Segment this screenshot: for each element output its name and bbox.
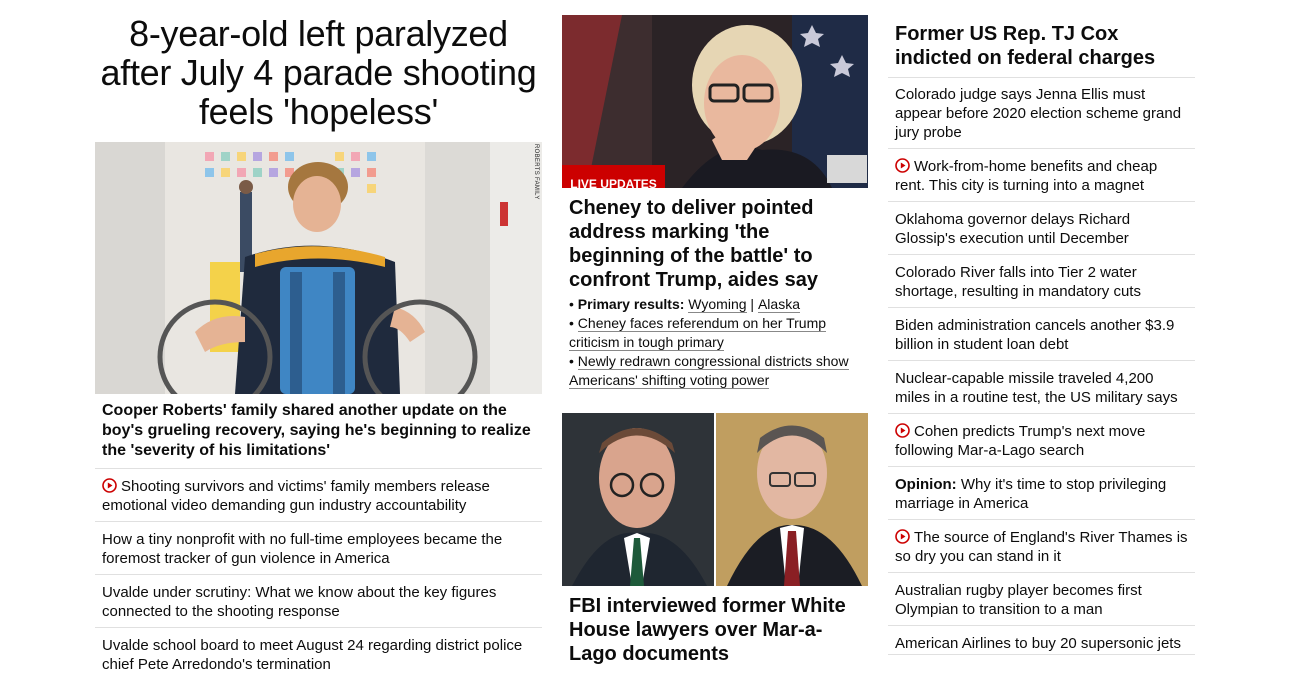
bullet-referendum: • Cheney faces referendum on her Trump c… xyxy=(569,315,827,351)
play-circle-icon xyxy=(102,478,117,493)
list-item[interactable]: Australian rugby player becomes first Ol… xyxy=(888,572,1195,625)
cheney-bullets: • Primary results: Wyoming | Alaska • Ch… xyxy=(569,295,865,390)
list-item-text: Uvalde under scrutiny: What we know abou… xyxy=(102,584,497,620)
list-item-text: Colorado judge says Jenna Ellis must app… xyxy=(895,86,1182,141)
play-circle-icon xyxy=(895,423,910,438)
alaska-link[interactable]: Alaska xyxy=(757,296,800,313)
list-item-text: Cohen predicts Trump's next move followi… xyxy=(895,423,1146,459)
fbi-headline[interactable]: FBI interviewed former White House lawye… xyxy=(569,594,865,666)
separator: | xyxy=(750,296,755,312)
referendum-link[interactable]: Cheney faces referendum on her Trump cri… xyxy=(569,315,827,351)
list-item[interactable]: American Airlines to buy 20 supersonic j… xyxy=(888,625,1195,655)
list-item-text: Uvalde school board to meet August 24 re… xyxy=(102,637,523,673)
play-circle-icon xyxy=(895,158,910,173)
cheney-image[interactable]: LIVE UPDATES xyxy=(562,15,868,188)
left-column: 8-year-old left paralyzed after July 4 p… xyxy=(95,0,542,673)
list-item-text: Australian rugby player becomes first Ol… xyxy=(895,582,1142,618)
bullet-districts: • Newly redrawn congressional districts … xyxy=(569,353,849,389)
left-story-list: Shooting survivors and victims' family m… xyxy=(95,468,542,680)
list-item-text: Oklahoma governor delays Richard Glossip… xyxy=(895,211,1131,247)
opinion-label: Opinion: xyxy=(895,476,957,493)
right-story-list: Colorado judge says Jenna Ellis must app… xyxy=(888,77,1195,655)
list-item-text: How a tiny nonprofit with no full-time e… xyxy=(102,531,503,567)
primary-results-label: Primary results: xyxy=(577,296,685,312)
wyoming-link[interactable]: Wyoming xyxy=(688,296,747,313)
fbi-image[interactable] xyxy=(562,413,868,586)
list-item[interactable]: Work-from-home benefits and cheap rent. … xyxy=(888,148,1195,201)
list-item[interactable]: Colorado River falls into Tier 2 water s… xyxy=(888,254,1195,307)
list-item[interactable]: Uvalde under scrutiny: What we know abou… xyxy=(95,574,542,627)
list-item-text: Work-from-home benefits and cheap rent. … xyxy=(895,158,1158,194)
list-item[interactable]: Uvalde school board to meet August 24 re… xyxy=(95,627,542,680)
list-item[interactable]: Colorado judge says Jenna Ellis must app… xyxy=(888,77,1195,148)
list-item-text: Colorado River falls into Tier 2 water s… xyxy=(895,264,1141,300)
image-credit: ROBERTS FAMILY xyxy=(533,144,539,200)
list-item[interactable]: Oklahoma governor delays Richard Glossip… xyxy=(888,201,1195,254)
list-item[interactable]: Nuclear-capable missile traveled 4,200 m… xyxy=(888,360,1195,413)
fbi-photo xyxy=(562,413,868,586)
cheney-photo xyxy=(562,15,868,188)
hero-photo xyxy=(95,142,542,394)
list-item[interactable]: Biden administration cancels another $3.… xyxy=(888,307,1195,360)
live-updates-badge[interactable]: LIVE UPDATES xyxy=(562,165,665,188)
list-item-text: Biden administration cancels another $3.… xyxy=(895,317,1175,353)
list-item[interactable]: How a tiny nonprofit with no full-time e… xyxy=(95,521,542,574)
bullet-primary-results: • Primary results: Wyoming | Alaska xyxy=(569,296,800,313)
hero-caption[interactable]: Cooper Roberts' family shared another up… xyxy=(102,401,532,461)
right-top-headline[interactable]: Former US Rep. TJ Cox indicted on federa… xyxy=(895,22,1191,70)
hero-image[interactable]: ROBERTS FAMILY xyxy=(95,142,542,394)
play-circle-icon xyxy=(895,529,910,544)
list-item-text: American Airlines to buy 20 supersonic j… xyxy=(895,635,1181,652)
main-headline[interactable]: 8-year-old left paralyzed after July 4 p… xyxy=(95,14,542,131)
list-item-text: Nuclear-capable missile traveled 4,200 m… xyxy=(895,370,1178,406)
cheney-headline[interactable]: Cheney to deliver pointed address markin… xyxy=(569,196,865,292)
list-item[interactable]: Opinion: Why it's time to stop privilegi… xyxy=(888,466,1195,519)
list-item[interactable]: The source of England's River Thames is … xyxy=(888,519,1195,572)
list-item[interactable]: Shooting survivors and victims' family m… xyxy=(95,468,542,521)
districts-link[interactable]: Newly redrawn congressional districts sh… xyxy=(569,353,849,389)
list-item-text: Shooting survivors and victims' family m… xyxy=(102,478,490,514)
list-item-text: The source of England's River Thames is … xyxy=(895,529,1188,565)
list-item[interactable]: Cohen predicts Trump's next move followi… xyxy=(888,413,1195,466)
